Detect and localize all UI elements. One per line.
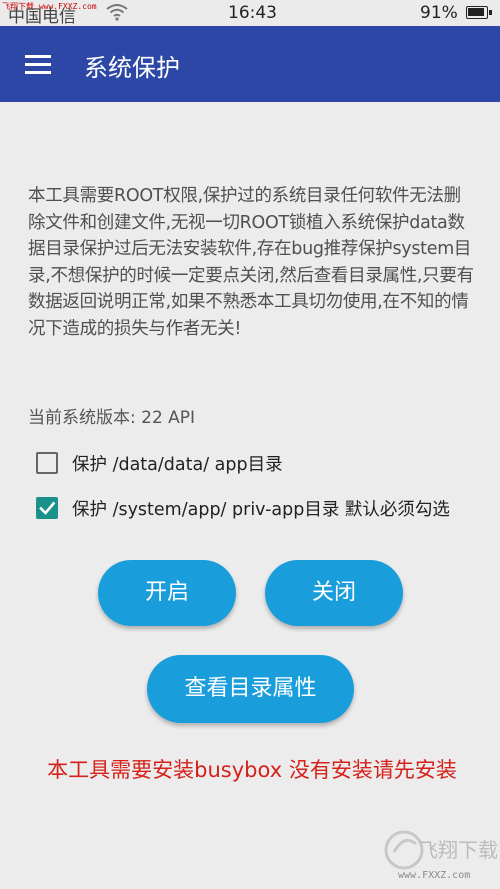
carrier-label: 中国电信	[8, 7, 76, 27]
menu-icon[interactable]	[25, 55, 53, 75]
checkbox-label: 保护 /system/app/ priv-app目录 默认必须勾选	[72, 500, 450, 520]
open-button[interactable]: 开启	[98, 560, 236, 626]
description-text: 本工具需要ROOT权限,保护过的系统目录任何软件无法删除文件和创建文件,无视一切…	[28, 186, 474, 339]
checkmark-icon	[39, 501, 56, 515]
status-bar: 飞翔下载 www.FXXZ.com 中国电信 16:43 91%	[0, 0, 500, 27]
battery-icon	[466, 6, 488, 19]
watermark-text: 飞翔下载	[418, 838, 498, 862]
wifi-icon	[106, 4, 128, 21]
busybox-warning: 本工具需要安装busybox 没有安装请先安装	[47, 758, 457, 782]
close-button[interactable]: 关闭	[265, 560, 403, 626]
status-time: 16:43	[228, 3, 277, 23]
checkbox-label: 保护 /data/data/ app目录	[72, 455, 283, 475]
view-directory-attributes-button[interactable]: 查看目录属性	[147, 655, 354, 723]
battery-percent: 91%	[420, 3, 458, 23]
page-title: 系统保护	[84, 54, 180, 82]
watermark-url: www.FXXZ.com	[398, 870, 471, 881]
checkbox-checked-icon[interactable]	[36, 497, 58, 519]
battery-tip	[489, 10, 492, 15]
app-bar: 系统保护	[0, 26, 500, 102]
system-version-label: 当前系统版本: 22 API	[28, 408, 196, 428]
checkbox-unchecked-icon[interactable]	[36, 452, 58, 474]
